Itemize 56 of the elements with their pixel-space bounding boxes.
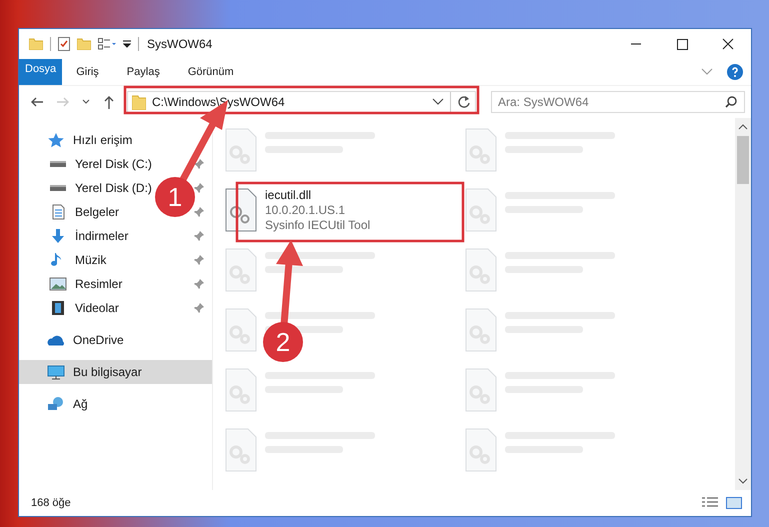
sidebar-item[interactable]: Bu bilgisayar [19,360,212,384]
sidebar-item[interactable]: İndirmeler [75,229,128,243]
sidebar-item[interactable]: Hızlı erişim [19,128,212,152]
sidebar-item[interactable]: Yerel Disk (C:) [75,157,152,171]
sidebar-item[interactable]: Videolar [75,301,119,315]
pin-icon[interactable] [194,159,204,169]
pin-icon[interactable] [194,207,204,217]
help-icon[interactable] [727,64,743,80]
star-icon [47,132,65,148]
large-icons-view-icon[interactable] [725,496,743,510]
network-icon [47,396,65,412]
properties-icon[interactable] [58,37,70,51]
dropdown-icon[interactable] [432,98,444,106]
sidebar-item[interactable]: Belgeler [75,205,120,219]
scrollbar-thumb[interactable] [737,136,749,184]
drive-icon [49,160,67,168]
film-icon [49,300,67,316]
pin-icon[interactable] [194,183,204,193]
monitor-icon [47,364,65,380]
window-title: SysWOW64 [147,37,212,51]
drive-icon [49,184,67,192]
sidebar-item[interactable]: Müzik [75,253,106,267]
scrollbar[interactable] [735,118,751,490]
sidebar-item[interactable]: Yerel Disk (D:) [75,181,152,195]
file-detail: Sysinfo IECUtil Tool [265,218,370,233]
ribbon-tab[interactable]: Giriş [62,59,113,85]
expand-ribbon-icon[interactable] [701,68,713,76]
step-number: 2 [276,327,290,357]
view-options-icon[interactable] [98,38,116,50]
file-tab[interactable]: Dosya [19,59,62,85]
ribbon-tab[interactable]: Görünüm [174,59,248,85]
sidebar-item[interactable]: OneDrive [19,328,212,352]
sidebar-item[interactable]: Ağ [19,392,212,416]
scroll-up-icon[interactable] [738,124,748,130]
scroll-down-icon[interactable] [738,478,748,484]
file-detail: 10.0.20.1.US.1 [265,203,346,218]
dll-file-icon[interactable] [225,188,257,232]
step-marker [263,322,303,362]
step-number: 1 [168,182,182,212]
step-marker [155,177,195,217]
dropdown-icon[interactable] [123,40,131,48]
pin-icon[interactable] [194,231,204,241]
address-path: C:\Windows\SysWOW64 [152,95,286,109]
download-arrow-icon [49,228,67,244]
item-count: 168 öğe [31,497,71,509]
pin-icon[interactable] [194,279,204,289]
picture-icon [49,276,67,292]
folder-icon [132,94,146,110]
sidebar-item[interactable]: Resimler [75,277,122,291]
file-name[interactable]: iecutil.dll [265,188,370,203]
refresh-icon[interactable] [457,95,471,109]
pin-icon[interactable] [194,303,204,313]
ribbon-tab[interactable]: Paylaş [112,59,174,85]
search-icon[interactable] [725,96,737,108]
pin-icon[interactable] [194,255,204,265]
search-field[interactable]: Ara: SysWOW64 [491,91,745,113]
